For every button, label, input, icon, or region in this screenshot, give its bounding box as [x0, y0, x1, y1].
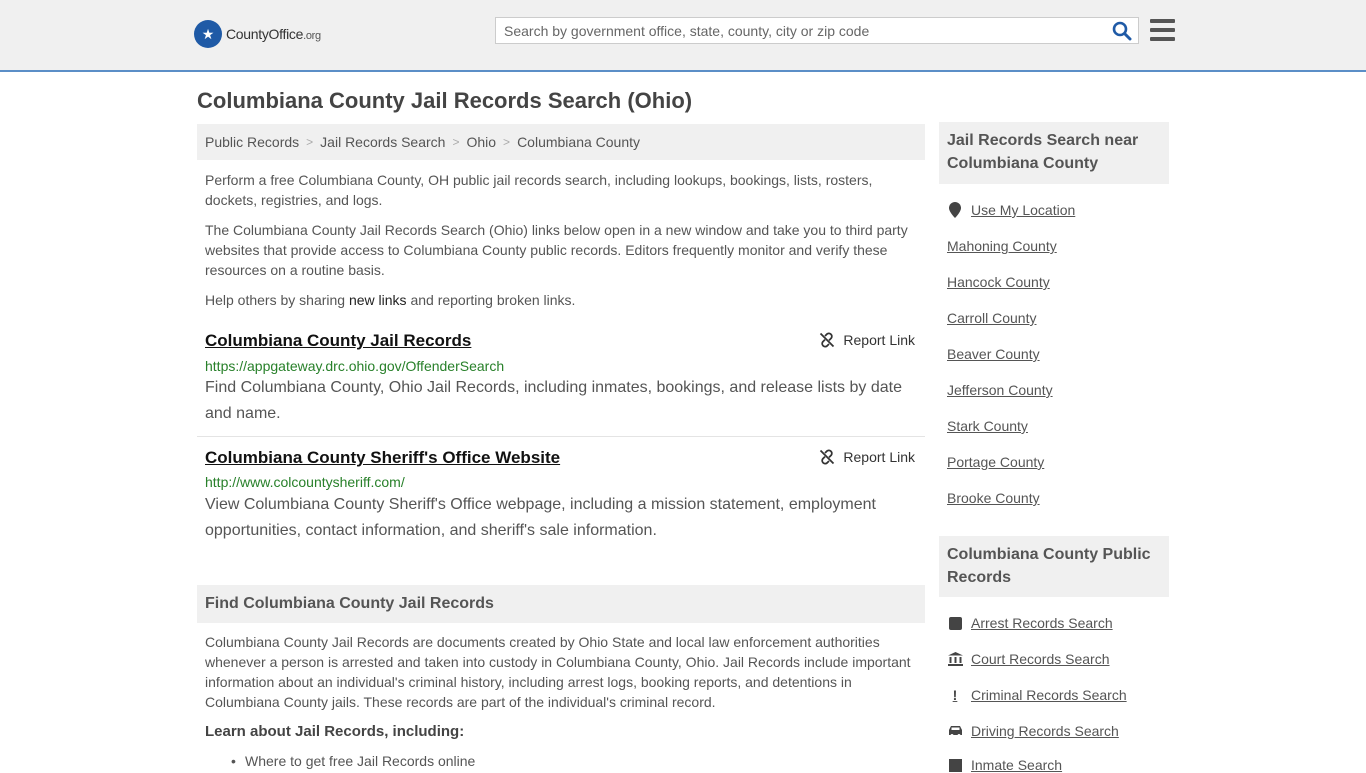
- square-icon: [947, 616, 963, 630]
- new-links-link[interactable]: new links: [349, 292, 407, 308]
- logo-text: CountyOffice.org: [226, 26, 321, 42]
- section-heading: Find Columbiana County Jail Records: [197, 585, 925, 623]
- sidebar-nearby-heading: Jail Records Search near Columbiana Coun…: [939, 122, 1169, 184]
- driving-records-search-link[interactable]: Driving Records Search: [947, 723, 1119, 739]
- page-title: Columbiana County Jail Records Search (O…: [197, 88, 693, 113]
- result-description: View Columbiana County Sheriff's Office …: [205, 496, 876, 539]
- nearby-county-link[interactable]: Portage County: [947, 454, 1044, 470]
- arrest-records-search-link[interactable]: Arrest Records Search: [947, 615, 1113, 631]
- result-url: http://www.colcountysheriff.com/: [205, 474, 405, 490]
- breadcrumb-separator: >: [306, 135, 314, 149]
- report-link-button[interactable]: Report Link: [819, 449, 915, 465]
- list-item: Where to get free Jail Records online: [231, 753, 475, 769]
- learn-list: Where to get free Jail Records online: [231, 753, 475, 769]
- broken-link-icon: [820, 449, 835, 465]
- use-my-location-link[interactable]: Use My Location: [947, 202, 1075, 218]
- nearby-county-link[interactable]: Hancock County: [947, 274, 1050, 290]
- section-paragraph: Columbiana County Jail Records are docum…: [205, 634, 911, 710]
- breadcrumb-public-records[interactable]: Public Records: [205, 134, 299, 150]
- report-link-button[interactable]: Report Link: [819, 332, 915, 348]
- result-title-link[interactable]: Columbiana County Jail Records: [205, 331, 471, 351]
- courthouse-icon: [947, 652, 963, 666]
- inmate-icon: [947, 758, 963, 772]
- result-url: https://appgateway.drc.ohio.gov/Offender…: [205, 358, 505, 374]
- nearby-county-link[interactable]: Mahoning County: [947, 238, 1057, 254]
- breadcrumb-separator: >: [452, 135, 460, 149]
- hamburger-menu-icon[interactable]: [1150, 19, 1175, 41]
- intro-paragraph: Perform a free Columbiana County, OH pub…: [205, 172, 873, 208]
- top-bar: ★ CountyOffice.org: [0, 0, 1366, 72]
- site-logo[interactable]: ★ CountyOffice.org: [194, 20, 321, 48]
- result-description: Find Columbiana County, Ohio Jail Record…: [205, 379, 902, 422]
- result-title-link[interactable]: Columbiana County Sheriff's Office Websi…: [205, 448, 560, 468]
- eagle-seal-icon: ★: [194, 20, 222, 48]
- nearby-county-link[interactable]: Brooke County: [947, 490, 1040, 506]
- breadcrumb-columbiana-county[interactable]: Columbiana County: [517, 134, 640, 150]
- breadcrumb: Public Records > Jail Records Search > O…: [197, 124, 925, 160]
- nearby-county-link[interactable]: Stark County: [947, 418, 1028, 434]
- criminal-records-search-link[interactable]: ! Criminal Records Search: [947, 687, 1127, 703]
- breadcrumb-jail-records-search[interactable]: Jail Records Search: [320, 134, 445, 150]
- search-icon[interactable]: [1112, 21, 1132, 41]
- exclamation-icon: !: [952, 687, 958, 703]
- search-box: [495, 17, 1139, 44]
- nearby-county-link[interactable]: Beaver County: [947, 346, 1040, 362]
- sidebar-public-records-heading: Columbiana County Public Records: [939, 536, 1169, 597]
- nearby-county-link[interactable]: Jefferson County: [947, 382, 1053, 398]
- learn-heading: Learn about Jail Records, including:: [205, 723, 465, 740]
- broken-link-icon: [820, 332, 835, 348]
- divider: [197, 436, 925, 437]
- inmate-search-link[interactable]: Inmate Search: [947, 757, 1062, 773]
- court-records-search-link[interactable]: Court Records Search: [947, 651, 1110, 667]
- location-pin-icon: [947, 202, 963, 218]
- breadcrumb-ohio[interactable]: Ohio: [466, 134, 496, 150]
- share-links-paragraph: Help others by sharing new links and rep…: [205, 292, 576, 308]
- search-input[interactable]: [496, 18, 1112, 43]
- car-icon: [947, 725, 963, 737]
- breadcrumb-separator: >: [503, 135, 511, 149]
- intro-paragraph-disclaimer: The Columbiana County Jail Records Searc…: [205, 222, 908, 278]
- nearby-county-link[interactable]: Carroll County: [947, 310, 1036, 326]
